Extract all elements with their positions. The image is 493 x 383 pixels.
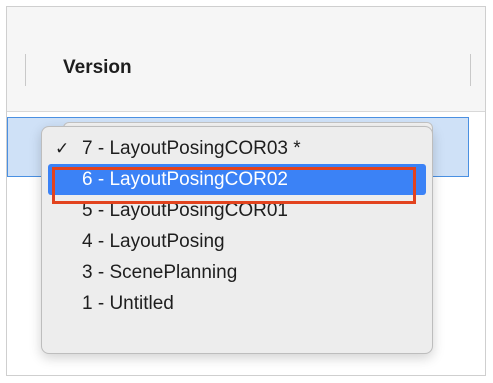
option-label: 3 - ScenePlanning [82,262,238,283]
dropdown-option-version-5[interactable]: 5 - LayoutPosingCOR01 [42,195,432,226]
dropdown-option-version-1[interactable]: 1 - Untitled [42,288,432,319]
checkmark-icon: ✓ [55,139,70,158]
option-label: 6 - LayoutPosingCOR02 [82,169,288,190]
column-divider[interactable] [25,54,26,86]
version-dropdown-menu: ✓ 7 - LayoutPosingCOR03 * 6 - LayoutPosi… [41,126,433,354]
table-header-row: Version [7,7,485,112]
option-label: 1 - Untitled [82,293,174,314]
column-divider[interactable] [470,54,471,86]
dropdown-option-version-7[interactable]: ✓ 7 - LayoutPosingCOR03 * [42,133,432,164]
dropdown-option-version-3[interactable]: 3 - ScenePlanning [42,257,432,288]
option-label: 5 - LayoutPosingCOR01 [82,200,288,221]
option-label: 7 - LayoutPosingCOR03 * [82,138,301,159]
dropdown-option-version-6[interactable]: 6 - LayoutPosingCOR02 [48,164,426,195]
option-label: 4 - LayoutPosing [82,231,225,252]
dropdown-option-version-4[interactable]: 4 - LayoutPosing [42,226,432,257]
column-header-version[interactable]: Version [63,57,132,79]
